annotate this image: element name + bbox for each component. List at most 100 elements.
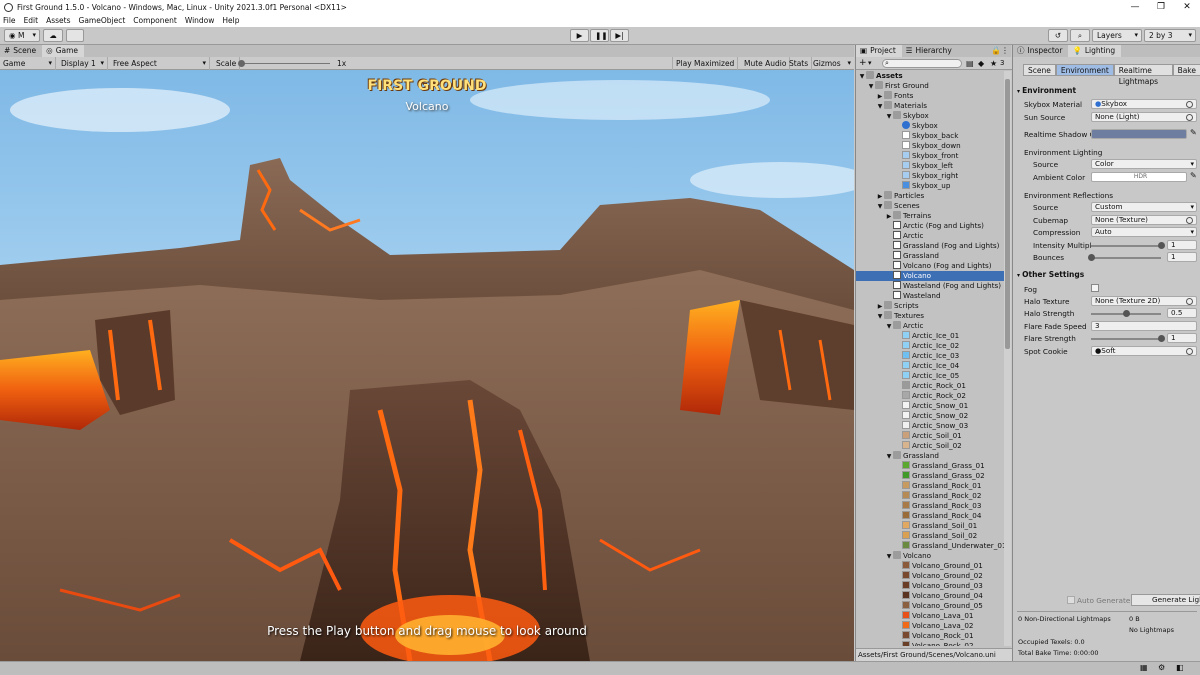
play-maximized-toggle[interactable]: Play Maximized	[672, 57, 739, 70]
tree-item[interactable]: Volcano_Rock_01	[856, 631, 1004, 641]
ambient-color-field[interactable]: HDR	[1091, 172, 1187, 182]
flare-strength-slider-knob[interactable]	[1158, 335, 1165, 342]
tree-item[interactable]: Grassland_Soil_02	[856, 531, 1004, 541]
tree-item[interactable]: Grassland (Fog and Lights)	[856, 241, 1004, 251]
filter-label-icon[interactable]: ◆	[978, 57, 984, 70]
history-button[interactable]: ↺	[1048, 29, 1068, 42]
bounces-value[interactable]: 1	[1167, 252, 1197, 262]
account-dropdown[interactable]: ◉ M	[4, 29, 40, 42]
menu-component[interactable]: Component	[133, 16, 177, 25]
flare-strength-slider[interactable]	[1091, 338, 1161, 340]
tree-item[interactable]: Grassland_Rock_01	[856, 481, 1004, 491]
tree-item[interactable]: Skybox_down	[856, 141, 1004, 151]
layout-dropdown[interactable]: 2 by 3	[1144, 29, 1196, 42]
tree-item[interactable]: Arctic_Ice_04	[856, 361, 1004, 371]
halo-texture-field[interactable]: None (Texture 2D)	[1091, 296, 1197, 306]
kebab-menu-icon[interactable]: ⋮	[1001, 45, 1009, 57]
gizmos-dropdown[interactable]: Gizmos	[810, 57, 854, 70]
tree-folder[interactable]: ▼ Volcano	[856, 551, 1004, 561]
pause-button[interactable]: ❚❚	[590, 29, 609, 42]
tree-item[interactable]: Wasteland (Fog and Lights)	[856, 281, 1004, 291]
aspect-dropdown[interactable]: Free Aspect	[110, 57, 210, 70]
tree-folder[interactable]: ▶ Terrains	[856, 211, 1004, 221]
halo-strength-value[interactable]: 0.5	[1167, 308, 1197, 318]
scale-slider-knob[interactable]	[238, 60, 245, 67]
auto-generate-checkbox[interactable]	[1067, 596, 1075, 604]
object-picker-icon[interactable]	[1186, 114, 1193, 121]
step-button[interactable]: ▶|	[610, 29, 629, 42]
tree-item[interactable]: Grassland	[856, 251, 1004, 261]
tree-item[interactable]: Wasteland	[856, 291, 1004, 301]
fog-checkbox[interactable]	[1091, 284, 1099, 292]
tree-item[interactable]: Volcano_Ground_02	[856, 571, 1004, 581]
intensity-value[interactable]: 1	[1167, 240, 1197, 250]
tree-item[interactable]: Volcano_Ground_04	[856, 591, 1004, 601]
object-picker-icon[interactable]	[1186, 101, 1193, 108]
menu-help[interactable]: Help	[222, 16, 239, 25]
tree-item[interactable]: Arctic_Ice_05	[856, 371, 1004, 381]
tree-folder[interactable]: ▼ First Ground	[856, 81, 1004, 91]
menu-edit[interactable]: Edit	[24, 16, 39, 25]
tab-lighting[interactable]: 💡 Lighting	[1068, 45, 1122, 57]
sun-source-field[interactable]: None (Light)	[1091, 112, 1197, 122]
chevron-down-icon[interactable]: ▾	[868, 57, 872, 70]
tree-item[interactable]: Arctic	[856, 231, 1004, 241]
progress-icon[interactable]: ▦	[1140, 663, 1148, 672]
cubemap-field[interactable]: None (Texture)	[1091, 215, 1197, 225]
tree-item[interactable]: Arctic (Fog and Lights)	[856, 221, 1004, 231]
menu-window[interactable]: Window	[185, 16, 215, 25]
section-environment[interactable]: Environment	[1017, 86, 1076, 95]
eyedropper-icon[interactable]: ✎	[1190, 128, 1197, 137]
layers-dropdown[interactable]: Layers	[1092, 29, 1142, 42]
compression-dropdown[interactable]: Auto	[1091, 227, 1197, 237]
section-other-settings[interactable]: Other Settings	[1017, 270, 1084, 279]
tree-item[interactable]: Arctic_Rock_02	[856, 391, 1004, 401]
tree-item[interactable]: Arctic_Soil_01	[856, 431, 1004, 441]
tree-item[interactable]: Volcano (Fog and Lights)	[856, 261, 1004, 271]
collab-button[interactable]	[66, 29, 84, 42]
cloud-button[interactable]: ☁	[43, 29, 63, 42]
tab-scene[interactable]: # Scene	[0, 45, 42, 57]
realtime-shadow-color[interactable]	[1091, 129, 1187, 139]
scrollbar-thumb[interactable]	[1005, 79, 1010, 349]
add-asset-button[interactable]: +	[859, 57, 867, 70]
skybox-material-field[interactable]: ●Skybox	[1091, 99, 1197, 109]
tree-item[interactable]: Arctic_Ice_01	[856, 331, 1004, 341]
mute-audio-toggle[interactable]: Mute Audio	[741, 57, 791, 70]
maximize-button[interactable]: ❐	[1148, 0, 1174, 14]
tree-item[interactable]: Arctic_Rock_01	[856, 381, 1004, 391]
lighting-tab-environment[interactable]: Environment	[1055, 64, 1114, 76]
tree-item[interactable]: Volcano_Lava_01	[856, 611, 1004, 621]
tree-item[interactable]: Arctic_Snow_03	[856, 421, 1004, 431]
tree-item[interactable]: Skybox_front	[856, 151, 1004, 161]
play-button[interactable]: ▶	[570, 29, 589, 42]
object-picker-icon[interactable]	[1186, 298, 1193, 305]
scale-slider[interactable]	[238, 60, 330, 67]
tree-folder[interactable]: ▼ Assets	[856, 71, 1004, 81]
display-dropdown[interactable]: Display 1	[58, 57, 108, 70]
favorite-icon[interactable]: ★	[990, 57, 997, 70]
menu-file[interactable]: File	[3, 16, 16, 25]
minimize-button[interactable]: —	[1122, 0, 1148, 14]
tree-item[interactable]: Volcano	[856, 271, 1004, 281]
eyedropper-icon[interactable]: ✎	[1190, 171, 1197, 180]
tree-folder[interactable]: ▼ Textures	[856, 311, 1004, 321]
reflection-source-dropdown[interactable]: Custom	[1091, 202, 1197, 212]
intensity-slider[interactable]	[1091, 245, 1161, 247]
tree-item[interactable]: Skybox_left	[856, 161, 1004, 171]
tree-folder[interactable]: ▶ Particles	[856, 191, 1004, 201]
menu-assets[interactable]: Assets	[46, 16, 70, 25]
tree-item[interactable]: Arctic_Soil_02	[856, 441, 1004, 451]
tree-item[interactable]: Volcano_Ground_03	[856, 581, 1004, 591]
close-button[interactable]: ✕	[1174, 0, 1200, 14]
tree-item[interactable]: Grassland_Underwater_01	[856, 541, 1004, 551]
tree-item[interactable]: Volcano_Rock_02	[856, 641, 1004, 646]
source-dropdown[interactable]: Color	[1091, 159, 1197, 169]
notification-icon[interactable]: ◧	[1176, 663, 1184, 672]
lighting-tab-scene[interactable]: Scene	[1023, 64, 1056, 76]
tab-project[interactable]: ▣ Project	[856, 45, 902, 57]
tree-item[interactable]: Arctic_Snow_02	[856, 411, 1004, 421]
tree-folder[interactable]: ▼ Scenes	[856, 201, 1004, 211]
menu-gameobject[interactable]: GameObject	[79, 16, 126, 25]
tree-item[interactable]: Grassland_Soil_01	[856, 521, 1004, 531]
